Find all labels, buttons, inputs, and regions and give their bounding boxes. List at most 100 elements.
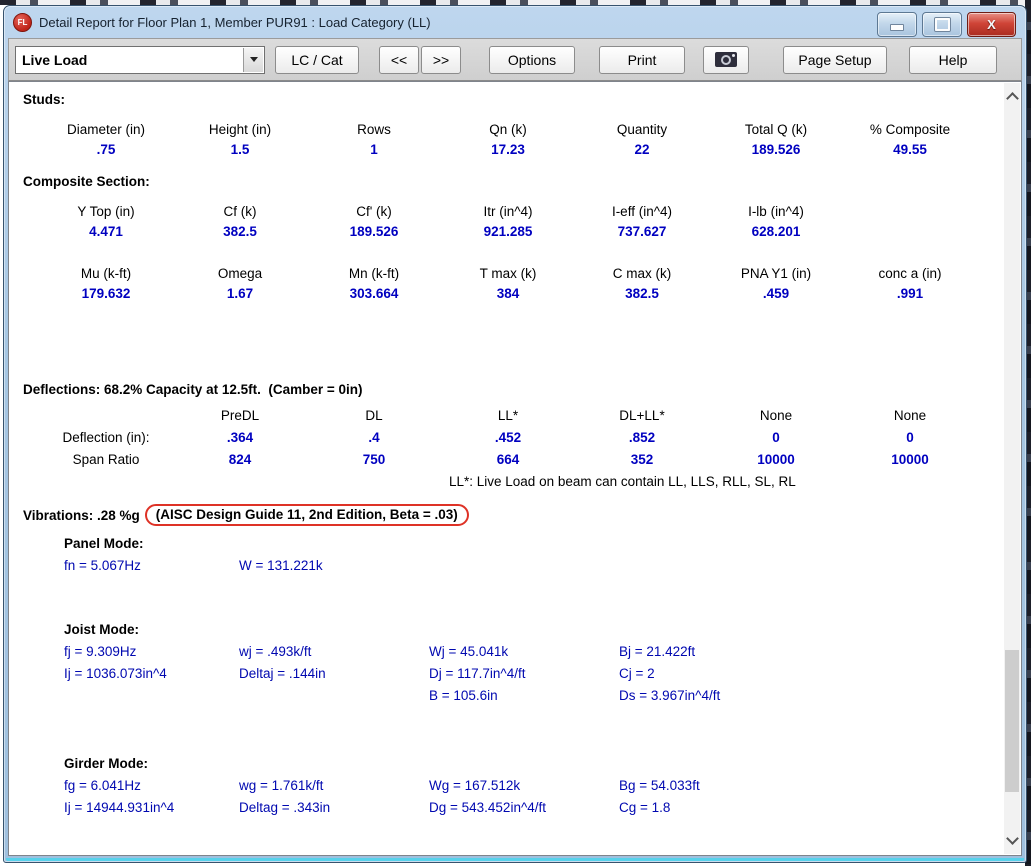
cell-value: Cj = 2 [619,666,859,681]
cell-value: wg = 1.761k/ft [239,778,429,793]
next-button[interactable]: >> [421,46,461,74]
column-header: PNA Y1 (in) [709,266,843,281]
help-button[interactable]: Help [909,46,997,74]
dropdown-arrow-button[interactable] [243,48,263,72]
cell-value: 179.632 [39,286,173,301]
column-header: I-lb (in^4) [709,204,843,219]
minimize-icon [890,24,904,31]
joist-mode-row-3: B = 105.6in Ds = 3.967in^4/ft [64,688,997,703]
cell-value: wj = .493k/ft [239,644,429,659]
cell-value: 1.67 [173,286,307,301]
column-header: Diameter (in) [39,122,173,137]
cell-value: 384 [441,286,575,301]
cell-value: Ij = 1036.073in^4 [64,666,239,681]
options-button[interactable]: Options [489,46,575,74]
live-load-note: LL*: Live Load on beam can contain LL, L… [449,474,796,489]
cell-value: 0 [843,430,977,445]
span-ratio-row: Span Ratio 824 750 664 352 10000 10000 [39,452,997,467]
girder-mode-title: Girder Mode: [9,756,997,771]
cell-value: Bj = 21.422ft [619,644,859,659]
column-header: Rows [307,122,441,137]
page-setup-button[interactable]: Page Setup [783,46,887,74]
cell-value: 1 [307,142,441,157]
cell-value: 4.471 [39,224,173,239]
column-header: LL* [441,408,575,423]
cell-value: 664 [441,452,575,467]
panel-mode-row: fn = 5.067Hz W = 131.221k [64,558,997,573]
column-header: Total Q (k) [709,122,843,137]
cell-value: 824 [173,452,307,467]
maximize-icon [935,18,950,31]
column-header: T max (k) [441,266,575,281]
cell-value: 352 [575,452,709,467]
cell-value: 737.627 [575,224,709,239]
minimize-button[interactable] [877,12,917,37]
column-header: Cf (k) [173,204,307,219]
cell-value: 189.526 [709,142,843,157]
cell-value: fj = 9.309Hz [64,644,239,659]
camera-icon [715,52,737,67]
cell-value: 17.23 [441,142,575,157]
cell-value: fg = 6.041Hz [64,778,239,793]
maximize-button[interactable] [922,12,962,37]
scroll-up-icon[interactable] [1006,92,1019,105]
panel-mode-title: Panel Mode: [9,536,997,551]
title-bar[interactable]: FL Detail Report for Floor Plan 1, Membe… [4,6,1026,38]
vertical-scrollbar[interactable] [1004,83,1020,854]
close-icon: X [987,18,996,31]
cell-value: 189.526 [307,224,441,239]
load-category-dropdown[interactable]: Live Load [15,46,265,74]
window-title: Detail Report for Floor Plan 1, Member P… [39,15,431,30]
composite-header-row-1: Y Top (in) Cf (k) Cf' (k) Itr (in^4) I-e… [39,204,997,219]
cell-value: .459 [709,286,843,301]
column-header: None [709,408,843,423]
cell-value: 750 [307,452,441,467]
cell-value: Wg = 167.512k [429,778,619,793]
column-header: DL+LL* [575,408,709,423]
cell-value: 10000 [709,452,843,467]
detail-report-window: FL Detail Report for Floor Plan 1, Membe… [3,5,1027,863]
cell-value: Bg = 54.033ft [619,778,859,793]
scroll-down-icon[interactable] [1006,832,1019,845]
cell-value: 921.285 [441,224,575,239]
column-header: Y Top (in) [39,204,173,219]
joist-mode-row-1: fj = 9.309Hz wj = .493k/ft Wj = 45.041k … [64,644,997,659]
close-button[interactable]: X [967,12,1016,37]
studs-value-row: .75 1.5 1 17.23 22 189.526 49.55 [39,142,997,157]
column-header: PreDL [173,408,307,423]
cell-value: Deltag = .343in [239,800,429,815]
scrollbar-thumb[interactable] [1005,650,1019,793]
studs-header-row: Diameter (in) Height (in) Rows Qn (k) Qu… [39,122,997,137]
cell-value: 382.5 [173,224,307,239]
app-logo-icon: FL [13,13,32,32]
row-label: Deflection (in): [39,430,173,445]
column-header: Height (in) [173,122,307,137]
column-header: Omega [173,266,307,281]
lc-cat-button[interactable]: LC / Cat [275,46,359,74]
joist-mode-title: Joist Mode: [9,622,997,637]
studs-section-title: Studs: [9,92,997,107]
composite-header-row-2: Mu (k-ft) Omega Mn (k-ft) T max (k) C ma… [39,266,997,281]
row-label: Span Ratio [39,452,173,467]
cell-value: .852 [575,430,709,445]
cell-value: Dj = 117.7in^4/ft [429,666,619,681]
cell-value: 628.201 [709,224,843,239]
column-header: DL [307,408,441,423]
cell-value: B = 105.6in [429,688,619,703]
column-header: Mn (k-ft) [307,266,441,281]
report-content: Studs: Diameter (in) Height (in) Rows Qn… [8,81,1022,856]
cell-value: Cg = 1.8 [619,800,859,815]
cell-value: 10000 [843,452,977,467]
previous-button[interactable]: << [379,46,419,74]
column-header: None [843,408,977,423]
deflection-row: Deflection (in): .364 .4 .452 .852 0 0 [39,430,997,445]
vibrations-annotation-highlight: (AISC Design Guide 11, 2nd Edition, Beta… [145,504,469,526]
load-category-value: Live Load [16,52,87,68]
composite-value-row-2: 179.632 1.67 303.664 384 382.5 .459 .991 [39,286,997,301]
cell-value: .75 [39,142,173,157]
column-header: conc a (in) [843,266,977,281]
cell-value: 49.55 [843,142,977,157]
print-button[interactable]: Print [599,46,685,74]
snapshot-button[interactable] [703,46,749,74]
toolbar: Live Load LC / Cat << >> Options Print P… [8,38,1022,81]
